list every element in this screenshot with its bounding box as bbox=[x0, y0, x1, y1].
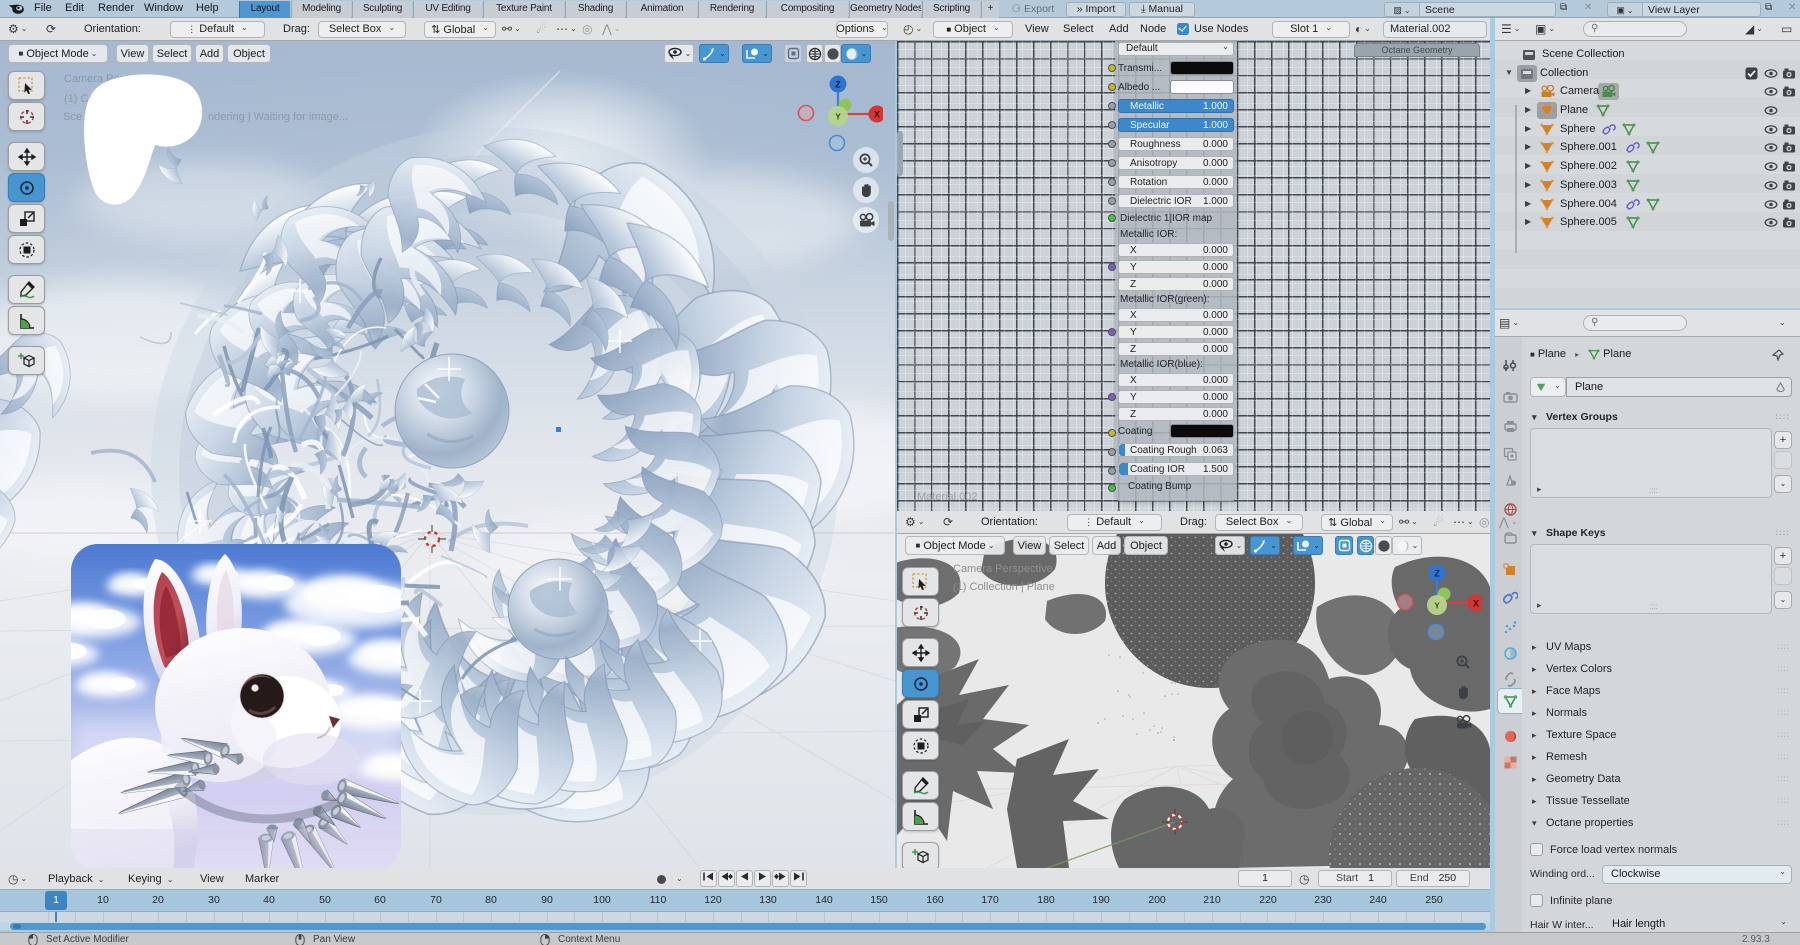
svg-text:X: X bbox=[1473, 599, 1479, 609]
svg-text:X: X bbox=[874, 110, 880, 120]
svg-text:Z: Z bbox=[835, 80, 841, 90]
svg-text:Y: Y bbox=[835, 113, 841, 122]
svg-text:Y: Y bbox=[1434, 602, 1440, 611]
svg-text:Z: Z bbox=[1434, 569, 1440, 579]
